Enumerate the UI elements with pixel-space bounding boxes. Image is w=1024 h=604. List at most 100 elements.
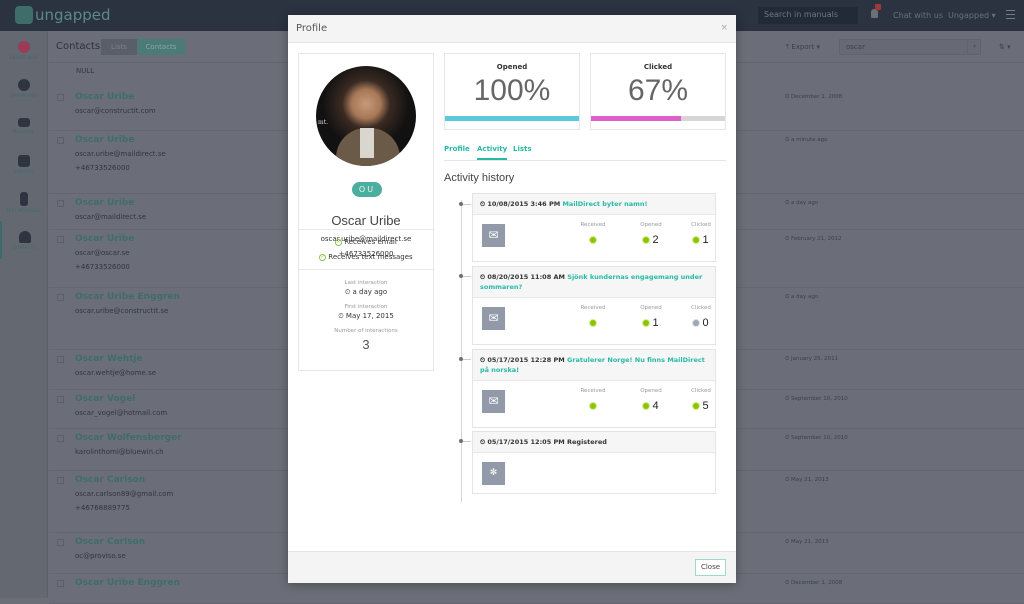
check-circle-icon: ✓: [335, 238, 343, 246]
clicked-stat-card: Clicked 67%: [590, 53, 726, 130]
profile-card: mt. OU Oscar Uribe oscar.uribe@maildirec…: [298, 53, 434, 371]
clicked-progress-bar: [591, 116, 725, 121]
envelope-icon: ✉: [482, 390, 505, 413]
sidebar-item-surveys[interactable]: SURVEYS: [0, 145, 47, 183]
contact-date-text: September 10, 2010: [791, 435, 848, 441]
tab-contacts[interactable]: Contacts: [137, 39, 185, 55]
activity-event: ⏲ 05/17/2015 12:05 PM Registered ✻: [472, 431, 716, 494]
close-icon[interactable]: ×: [720, 23, 728, 33]
sidebar-item-dashboard[interactable]: DASHBOARD: [0, 69, 47, 107]
sidebar-item-mailings[interactable]: MAILINGS: [0, 107, 47, 145]
contact-detail: oc@proviso.se: [75, 552, 126, 560]
clicked-progress-fill: [591, 116, 681, 121]
sidebar-item-create-new[interactable]: CREATE NEW: [0, 31, 47, 69]
tab-activity[interactable]: Activity: [477, 145, 508, 160]
metric-opened: Opened 1: [631, 305, 671, 330]
opened-status-dot: [643, 320, 650, 326]
event-body: ✻: [473, 453, 715, 493]
metric-label: Clicked: [691, 222, 711, 228]
user-menu[interactable]: Ungapped ▾: [948, 11, 996, 20]
row-checkbox[interactable]: [57, 200, 64, 207]
contact-date-text: September 10, 2010: [791, 396, 848, 402]
clicked-count: 1: [702, 234, 709, 246]
contact-name[interactable]: Oscar Wolfensberger: [75, 433, 182, 443]
contact-name[interactable]: Oscar Uribe: [75, 198, 134, 208]
row-checkbox[interactable]: [57, 477, 64, 484]
bell-icon[interactable]: [871, 9, 878, 18]
metric-received: Received: [573, 388, 613, 413]
opened-label: Opened: [496, 63, 528, 71]
receives-email-status: ✓ Receives email: [299, 238, 433, 246]
activity-event: ⏲ 10/08/2015 3:46 PM MailDirect byter na…: [472, 193, 716, 262]
row-checkbox[interactable]: [57, 580, 64, 587]
metric-label: Opened: [640, 388, 662, 394]
timeline-connector: [463, 359, 471, 360]
sidebar-item-text-messages[interactable]: TEXT MESSAGES: [0, 183, 47, 221]
row-checkbox[interactable]: [57, 396, 64, 403]
contact-name[interactable]: Oscar Carlson: [75, 475, 145, 485]
tab-lists[interactable]: Lists: [101, 39, 137, 55]
contact-name[interactable]: Oscar Wehtje: [75, 354, 143, 364]
logo[interactable]: ungapped: [15, 6, 111, 24]
contact-name[interactable]: Oscar Carlson: [75, 537, 145, 547]
sidebar-item-label: DASHBOARD: [10, 92, 37, 98]
row-checkbox[interactable]: [57, 94, 64, 101]
last-interaction-value: ⏲ a day ago: [344, 288, 388, 296]
modal-footer: Close: [288, 551, 736, 583]
contact-date: ⏲ May 21, 2013: [785, 477, 829, 483]
contact-date: ⏲ January 25, 2011: [785, 356, 839, 362]
contact-detail: oscar@constructit.com: [75, 107, 156, 115]
contact-name[interactable]: Oscar Vogel: [75, 394, 135, 404]
clicked-label: Clicked: [643, 63, 673, 71]
opened-status-dot: [643, 403, 650, 409]
contact-detail: +46733526000: [75, 263, 130, 271]
page-title: Contacts: [56, 41, 101, 52]
contact-detail: karolinthomi@bluewin.ch: [75, 448, 164, 456]
filter-dropdown-caret[interactable]: ▾: [967, 39, 981, 55]
sidebar-item-label: CONTACTS: [13, 244, 36, 250]
export-label: Export: [791, 43, 815, 51]
sidebar-item-contacts[interactable]: CONTACTS: [0, 221, 47, 259]
row-checkbox[interactable]: [57, 435, 64, 442]
row-checkbox[interactable]: [57, 236, 64, 243]
close-button[interactable]: Close: [695, 559, 726, 576]
sort-button[interactable]: ⇅ ▾: [999, 43, 1011, 51]
tab-profile[interactable]: Profile: [444, 145, 470, 153]
clicked-count: 0: [702, 317, 709, 329]
contact-name[interactable]: Oscar Uribe Enggren: [75, 292, 180, 302]
logo-icon: [15, 6, 33, 24]
export-button[interactable]: ⤒ Export ▾: [786, 43, 820, 52]
contact-date-text: May 21, 2013: [791, 477, 829, 483]
row-checkbox[interactable]: [57, 137, 64, 144]
contact-name[interactable]: Oscar Uribe: [75, 92, 134, 102]
row-checkbox[interactable]: [57, 356, 64, 363]
tab-lists[interactable]: Lists: [513, 145, 532, 153]
check-circle-icon: ✓: [319, 253, 327, 261]
activity-event: ⏲ 05/17/2015 12:28 PM Gratulerer Norge! …: [472, 349, 716, 428]
interactions-count: 3: [362, 337, 370, 352]
contact-name[interactable]: Oscar Uribe: [75, 135, 134, 145]
metric-received: Received: [573, 222, 613, 247]
search-manuals-input[interactable]: Search in manuals: [758, 7, 858, 24]
opened-count: 1: [652, 317, 659, 329]
chat-link[interactable]: Chat with us: [893, 11, 943, 20]
contact-filter-input[interactable]: oscar: [839, 39, 981, 55]
event-title-link[interactable]: MailDirect byter namn!: [562, 200, 647, 208]
row-checkbox[interactable]: [57, 294, 64, 301]
event-body: ✉ Received Opened 2 Clicked 1: [473, 215, 715, 261]
contact-date-text: a day ago: [791, 200, 819, 206]
avatar-bg-text: mt.: [318, 119, 329, 126]
clicked-status-dot: [693, 320, 700, 326]
check-square-icon: [17, 154, 30, 167]
contact-date: ⏲ a minute ago: [785, 137, 828, 143]
contact-name[interactable]: Oscar Uribe: [75, 234, 134, 244]
activity-event: ⏲ 08/20/2015 11:08 AM Sjönk kundernas en…: [472, 266, 716, 345]
event-header: ⏲ 05/17/2015 12:05 PM Registered: [473, 432, 715, 453]
contact-name[interactable]: Oscar Uribe Enggren: [75, 578, 180, 588]
envelope-icon: ✉: [482, 307, 505, 330]
contact-date: ⏲ December 1, 2008: [785, 94, 843, 100]
clicked-status-dot: [693, 237, 700, 243]
hamburger-menu-icon[interactable]: [1006, 10, 1015, 19]
row-checkbox[interactable]: [57, 539, 64, 546]
avatar: mt.: [316, 66, 416, 166]
